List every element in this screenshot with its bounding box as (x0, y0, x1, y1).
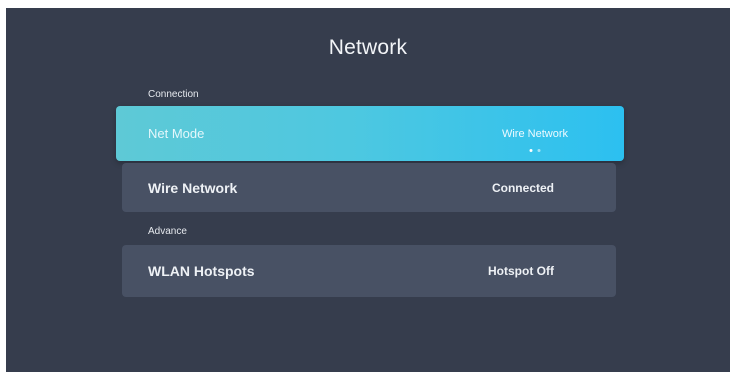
wire-network-status: Connected (491, 180, 554, 195)
network-settings-screen: Network Connection Net Mode Wire Network… (6, 8, 730, 372)
wire-network-row[interactable]: Wire Network Connected (122, 163, 616, 212)
section-label-advance: Advance (148, 226, 187, 237)
net-mode-label: Net Mode (148, 126, 205, 141)
net-mode-value-text: Wire Network (501, 127, 568, 140)
wlan-hotspots-row[interactable]: WLAN Hotspots Hotspot Off (122, 245, 616, 297)
wire-network-label: Wire Network (148, 179, 238, 196)
wlan-hotspots-label: WLAN Hotspots (148, 263, 255, 279)
page-dot-active (529, 148, 533, 152)
page-title: Network (328, 36, 408, 59)
section-label-connection: Connection (148, 89, 199, 100)
page-dot (537, 148, 541, 152)
net-mode-row[interactable]: Net Mode Wire Network (116, 106, 624, 161)
wlan-hotspots-status: Hotspot Off (488, 264, 554, 278)
net-mode-value: Wire Network (501, 127, 568, 152)
option-page-indicator (529, 148, 541, 152)
